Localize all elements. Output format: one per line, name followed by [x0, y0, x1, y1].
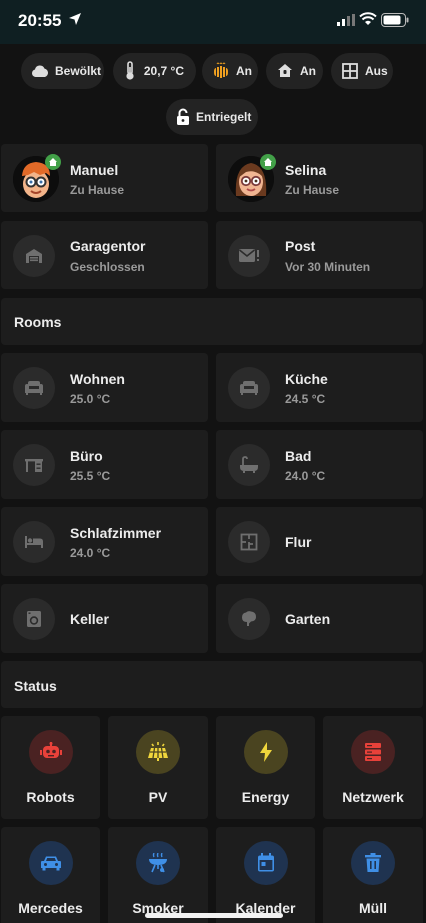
desk-icon: [13, 444, 55, 486]
room-name: Schlafzimmer: [70, 525, 162, 541]
sofa-icon: [228, 367, 270, 409]
home-badge-icon: [260, 154, 276, 170]
chip-label: An: [236, 64, 252, 78]
room-card-keller[interactable]: Keller: [1, 584, 208, 653]
status-tile-muell[interactable]: Müll: [323, 827, 423, 923]
status-tile-mercedes[interactable]: Mercedes: [1, 827, 100, 923]
device-name: Post: [285, 238, 316, 254]
person-state: Zu Hause: [70, 183, 125, 197]
solar-panel-icon: [136, 730, 180, 774]
room-name: Garten: [285, 611, 331, 627]
room-temperature: 24.0 °C: [70, 546, 111, 560]
wifi-icon: [359, 12, 377, 25]
battery-icon: [381, 13, 409, 27]
location-arrow-icon: [69, 13, 81, 25]
server-icon: [351, 730, 395, 774]
status-tile-label: Robots: [26, 789, 75, 805]
person-name: Manuel: [70, 162, 119, 178]
device-state: Vor 30 Minuten: [285, 260, 371, 274]
room-card-flur[interactable]: Flur: [216, 507, 423, 576]
room-temperature: 24.5 °C: [285, 392, 326, 406]
rooms-header: Rooms: [14, 314, 62, 330]
house-alarm-icon: [276, 61, 294, 81]
cloud-icon: [31, 61, 49, 81]
home-indicator[interactable]: [145, 913, 283, 918]
room-temperature: 25.0 °C: [70, 392, 111, 406]
person-card-selina[interactable]: Selina Zu Hause: [216, 144, 423, 212]
room-card-wohnen[interactable]: Wohnen 25.0 °C: [1, 353, 208, 422]
status-tile-energy[interactable]: Energy: [216, 716, 315, 819]
room-name: Wohnen: [70, 371, 125, 387]
status-header-card: Status: [1, 661, 423, 708]
alarm-chip[interactable]: An: [266, 53, 323, 89]
status-tile-smoker[interactable]: Smoker: [108, 827, 208, 923]
chip-label: Entriegelt: [196, 110, 252, 124]
grill-icon: [136, 841, 180, 885]
status-tile-label: Netzwerk: [342, 789, 404, 805]
chip-label: An: [300, 64, 316, 78]
sofa-icon: [13, 367, 55, 409]
chip-label: Bewölkt: [55, 64, 102, 78]
bathtub-icon: [228, 444, 270, 486]
status-tile-pv[interactable]: PV: [108, 716, 208, 819]
mail-card[interactable]: Post Vor 30 Minuten: [216, 221, 423, 289]
person-state: Zu Hause: [285, 183, 340, 197]
status-tile-label: Energy: [241, 789, 290, 805]
cellular-signal-icon: [337, 14, 355, 26]
status-tile-label: Mercedes: [18, 900, 83, 916]
room-card-schlafzimmer[interactable]: Schlafzimmer 24.0 °C: [1, 507, 208, 576]
room-name: Küche: [285, 371, 328, 387]
lightning-icon: [243, 730, 288, 774]
room-card-garten[interactable]: Garten: [216, 584, 423, 653]
weather-chip[interactable]: Bewölkt: [21, 53, 104, 89]
status-tile-label: Müll: [359, 900, 387, 916]
status-tile-netzwerk[interactable]: Netzwerk: [323, 716, 423, 819]
trash-icon: [351, 841, 395, 885]
room-temperature: 24.0 °C: [285, 469, 326, 483]
room-card-bad[interactable]: Bad 24.0 °C: [216, 430, 423, 499]
status-tile-robots[interactable]: Robots: [1, 716, 100, 819]
robot-icon: [28, 730, 73, 774]
heating-chip[interactable]: An: [202, 53, 258, 89]
garage-door-card[interactable]: Garagentor Geschlossen: [1, 221, 208, 289]
person-name: Selina: [285, 162, 327, 178]
room-name: Bad: [285, 448, 312, 464]
heating-icon: [212, 61, 230, 81]
status-tile-kalender[interactable]: Kalender: [216, 827, 315, 923]
window-chip[interactable]: Aus: [331, 53, 393, 89]
washing-machine-icon: [13, 598, 55, 640]
window-icon: [341, 61, 359, 81]
calendar-icon: [243, 841, 288, 885]
lock-chip[interactable]: Entriegelt: [166, 99, 258, 135]
room-card-kueche[interactable]: Küche 24.5 °C: [216, 353, 423, 422]
status-tile-label: PV: [148, 789, 168, 805]
lock-icon: [176, 107, 190, 127]
status-header: Status: [14, 678, 57, 694]
room-temperature: 25.5 °C: [70, 469, 111, 483]
chip-label: 20,7 °C: [143, 64, 184, 78]
device-name: Garagentor: [70, 238, 146, 254]
person-card-manuel[interactable]: Manuel Zu Hause: [1, 144, 208, 212]
room-name: Flur: [285, 534, 312, 550]
garage-icon: [13, 235, 55, 277]
room-name: Büro: [70, 448, 103, 464]
device-state: Geschlossen: [70, 260, 145, 274]
home-badge-icon: [45, 154, 61, 170]
room-card-buero[interactable]: Büro 25.5 °C: [1, 430, 208, 499]
chip-label: Aus: [365, 64, 388, 78]
thermometer-icon: [123, 61, 138, 81]
temperature-chip[interactable]: 20,7 °C: [113, 53, 196, 89]
status-time: 20:55: [18, 11, 62, 30]
rooms-header-card: Rooms: [1, 298, 423, 345]
room-name: Keller: [70, 611, 109, 627]
mail-icon: [228, 235, 270, 277]
car-icon: [28, 841, 73, 885]
bed-icon: [13, 521, 55, 563]
tree-icon: [228, 598, 270, 640]
ios-status-bar: 20:55: [0, 0, 426, 44]
floor-plan-icon: [228, 521, 270, 563]
